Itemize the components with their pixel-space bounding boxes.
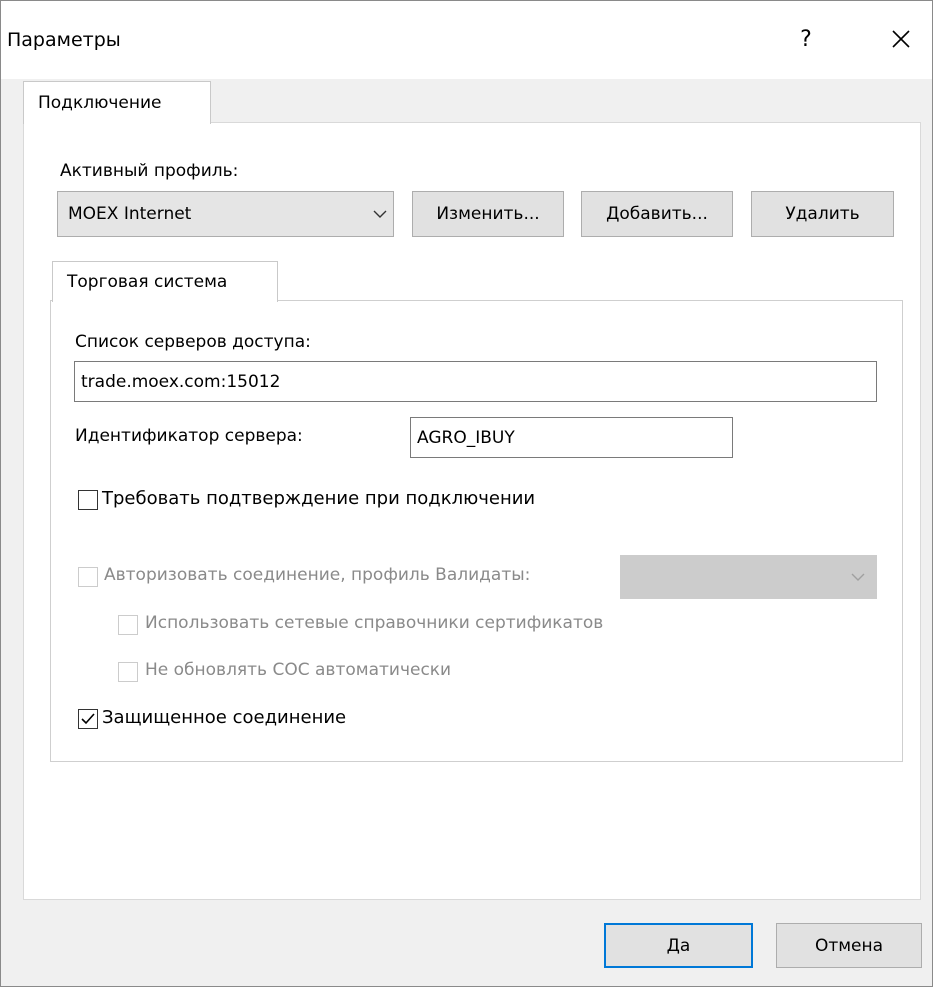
require-confirm-label: Требовать подтверждение при подключении bbox=[102, 488, 536, 509]
validata-profile-select[interactable] bbox=[620, 555, 877, 599]
active-profile-value: MOEX Internet bbox=[68, 204, 192, 224]
active-profile-label: Активный профиль: bbox=[60, 161, 239, 181]
checkmark-icon bbox=[81, 713, 95, 725]
servers-list-value: trade.moex.com:15012 bbox=[81, 371, 281, 392]
secure-conn-checkbox[interactable] bbox=[78, 709, 98, 729]
edit-profile-button[interactable]: Изменить... bbox=[412, 191, 564, 237]
close-button[interactable] bbox=[871, 19, 931, 59]
net-cert-dirs-label: Использовать сетевые справочники сертифи… bbox=[145, 613, 604, 633]
servers-list-label: Список серверов доступа: bbox=[75, 332, 311, 352]
delete-profile-label: Удалить bbox=[785, 204, 860, 224]
ok-button[interactable]: Да bbox=[604, 923, 753, 968]
delete-profile-button[interactable]: Удалить bbox=[751, 191, 894, 237]
parameters-dialog: Параметры ? Подключение Активный профиль… bbox=[0, 0, 933, 987]
server-id-value: AGRO_IBUY bbox=[417, 427, 515, 448]
help-icon: ? bbox=[800, 26, 812, 52]
tab-trading-system-label: Торговая система bbox=[67, 272, 228, 292]
tab-connection-label: Подключение bbox=[38, 93, 162, 113]
tab-trading-system[interactable]: Торговая система bbox=[52, 261, 278, 302]
chevron-down-icon bbox=[840, 573, 876, 582]
edit-profile-label: Изменить... bbox=[436, 204, 540, 224]
close-icon bbox=[892, 30, 910, 48]
require-confirm-checkbox[interactable] bbox=[78, 490, 98, 510]
net-cert-dirs-checkbox[interactable] bbox=[118, 615, 138, 635]
active-profile-select[interactable]: MOEX Internet bbox=[57, 191, 394, 237]
authorize-label: Авторизовать соединение, профиль Валидат… bbox=[104, 565, 531, 585]
no-auto-update-label: Не обновлять СОС автоматически bbox=[145, 660, 452, 680]
add-profile-label: Добавить... bbox=[606, 204, 708, 224]
tab-connection[interactable]: Подключение bbox=[23, 81, 211, 124]
servers-list-input[interactable]: trade.moex.com:15012 bbox=[74, 361, 877, 402]
dialog-title: Параметры bbox=[7, 29, 121, 51]
chevron-down-icon bbox=[367, 192, 393, 236]
add-profile-button[interactable]: Добавить... bbox=[581, 191, 733, 237]
cancel-button[interactable]: Отмена bbox=[776, 923, 922, 968]
ok-button-label: Да bbox=[666, 935, 691, 956]
secure-conn-label: Защищенное соединение bbox=[102, 707, 347, 728]
server-id-label: Идентификатор сервера: bbox=[75, 426, 303, 446]
authorize-checkbox[interactable] bbox=[78, 567, 98, 587]
help-button[interactable]: ? bbox=[783, 19, 829, 59]
server-id-input[interactable]: AGRO_IBUY bbox=[410, 417, 733, 458]
no-auto-update-checkbox[interactable] bbox=[118, 662, 138, 682]
title-bar: Параметры ? bbox=[1, 1, 932, 79]
cancel-button-label: Отмена bbox=[814, 935, 884, 956]
